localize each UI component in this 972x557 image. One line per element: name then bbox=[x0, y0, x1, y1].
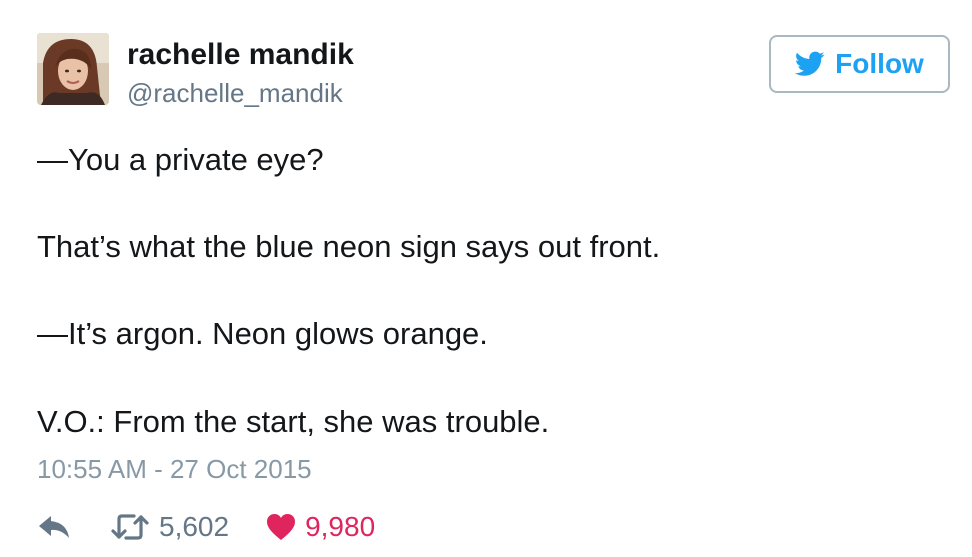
tweet-actions: 5,602 9,980 bbox=[37, 505, 375, 549]
tweet-text-line-3: —It’s argon. Neon glows orange. bbox=[37, 316, 488, 351]
follow-button-label: Follow bbox=[835, 48, 924, 79]
like-button[interactable]: 9,980 bbox=[265, 511, 375, 543]
like-count: 9,980 bbox=[305, 511, 376, 542]
follow-button[interactable]: Follow bbox=[769, 35, 950, 93]
tweet-text-line-1: —You a private eye? bbox=[37, 142, 324, 177]
reply-icon bbox=[39, 516, 69, 538]
avatar[interactable] bbox=[37, 33, 109, 105]
twitter-bird-icon bbox=[795, 51, 825, 76]
tweet-card: rachelle mandik @rachelle_mandik Follow … bbox=[0, 0, 972, 557]
reply-button[interactable] bbox=[37, 514, 101, 540]
user-name[interactable]: rachelle mandik bbox=[127, 38, 354, 72]
retweet-button[interactable]: 5,602 bbox=[109, 511, 229, 543]
avatar-image bbox=[37, 33, 109, 105]
retweet-count: 5,602 bbox=[159, 511, 230, 542]
heart-icon bbox=[267, 514, 296, 540]
tweet-text-line-2: That’s what the blue neon sign says out … bbox=[37, 229, 661, 264]
tweet-timestamp[interactable]: 10:55 AM - 27 Oct 2015 bbox=[37, 454, 312, 485]
retweet-icon bbox=[111, 514, 149, 540]
user-handle[interactable]: @rachelle_mandik bbox=[127, 78, 343, 109]
tweet-text-line-4: V.O.: From the start, she was trouble. bbox=[37, 404, 550, 439]
